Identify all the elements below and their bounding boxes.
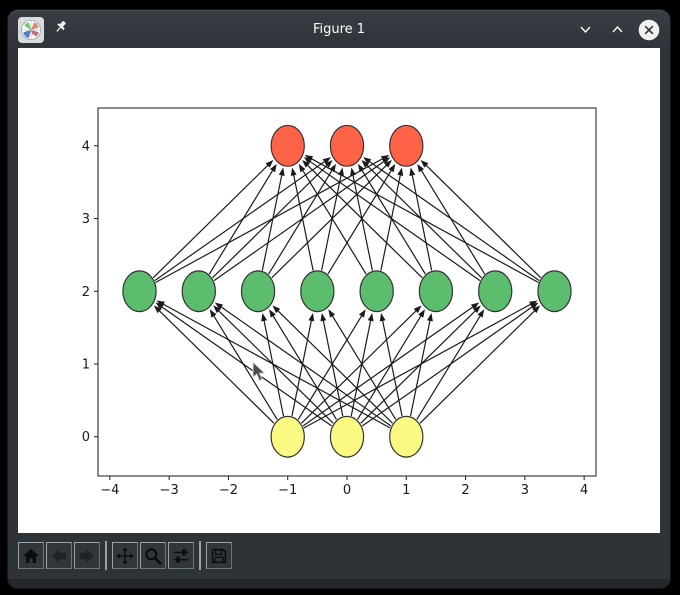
graph-node-input: [271, 416, 304, 457]
svg-text:3: 3: [82, 212, 90, 227]
graph-node-hidden: [182, 271, 215, 312]
minimize-button[interactable]: [574, 19, 596, 41]
close-button[interactable]: [638, 19, 660, 41]
graph-node-hidden: [419, 271, 452, 312]
matplotlib-toolbar: [8, 533, 670, 578]
magnifier-icon: [144, 547, 162, 565]
svg-text:3: 3: [521, 483, 529, 498]
svg-text:0: 0: [343, 483, 351, 498]
window-title: Figure 1: [8, 22, 670, 37]
graph-node-output: [271, 125, 304, 166]
svg-text:4: 4: [82, 139, 90, 154]
maximize-button[interactable]: [606, 19, 628, 41]
svg-text:−2: −2: [219, 483, 238, 498]
svg-text:4: 4: [580, 483, 588, 498]
svg-text:−4: −4: [100, 483, 119, 498]
titlebar[interactable]: Figure 1: [8, 10, 670, 48]
svg-text:−1: −1: [278, 483, 297, 498]
matplotlib-logo-icon: [18, 17, 44, 43]
graph-node-hidden: [538, 271, 571, 312]
graph-node-hidden: [360, 271, 393, 312]
home-icon: [22, 547, 40, 565]
toolbar-separator: [105, 541, 107, 570]
desktop: { "window": { "title": "Figure 1", "colo…: [0, 0, 680, 595]
svg-text:2: 2: [461, 483, 469, 498]
figure-window: Figure 1 −4 −3 −2 −1 0 1 2 3 4 0 1 2 3 4: [8, 10, 670, 588]
arrow-left-icon: [50, 547, 68, 565]
figure-canvas-area: −4 −3 −2 −1 0 1 2 3 4 0 1 2 3 4: [18, 48, 660, 533]
move-arrows-icon: [116, 547, 134, 565]
arrow-right-icon: [78, 547, 96, 565]
sliders-icon: [172, 547, 190, 565]
configure-subplots-button[interactable]: [168, 542, 194, 569]
graph-node-output: [330, 125, 363, 166]
graph-node-hidden: [123, 271, 156, 312]
svg-text:2: 2: [82, 285, 90, 300]
pan-button[interactable]: [112, 542, 138, 569]
graph-node-input: [390, 416, 423, 457]
graph-node-hidden: [479, 271, 512, 312]
figure-canvas[interactable]: −4 −3 −2 −1 0 1 2 3 4 0 1 2 3 4: [18, 48, 660, 533]
toolbar-separator: [199, 541, 201, 570]
svg-text:0: 0: [82, 430, 90, 445]
home-button[interactable]: [18, 542, 44, 569]
zoom-rect-button[interactable]: [140, 542, 166, 569]
graph-node-hidden: [241, 271, 274, 312]
graph-nodes: [123, 125, 571, 457]
forward-button[interactable]: [74, 542, 100, 569]
graph-node-hidden: [301, 271, 334, 312]
save-button[interactable]: [206, 542, 232, 569]
pin-icon[interactable]: [54, 20, 69, 39]
svg-text:1: 1: [402, 483, 410, 498]
svg-text:−3: −3: [160, 483, 179, 498]
back-button[interactable]: [46, 542, 72, 569]
floppy-disk-icon: [210, 547, 228, 565]
graph-node-input: [330, 416, 363, 457]
graph-node-output: [390, 125, 423, 166]
svg-text:1: 1: [82, 358, 90, 373]
